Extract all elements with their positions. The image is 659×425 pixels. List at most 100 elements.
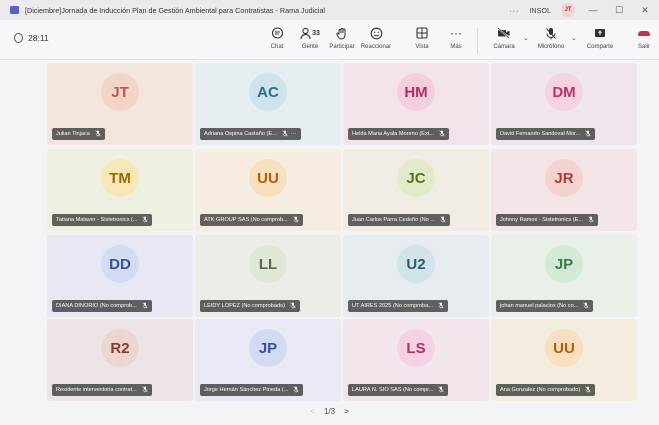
participant-nameplate: johan manuel palacios (No co... bbox=[496, 300, 594, 312]
participant-name: David Fernando Sandoval Mor... bbox=[500, 131, 581, 137]
view-label: Vista bbox=[415, 44, 429, 50]
participant-avatar: DM bbox=[545, 73, 583, 111]
participant-name: LAURA N. SIO SAS (No compr... bbox=[352, 387, 434, 393]
microphone-button[interactable]: Micrófono bbox=[531, 24, 571, 50]
next-page-button[interactable]: > bbox=[344, 407, 349, 416]
participant-tile[interactable]: UU ATK GROUP SAS (No comprob... bbox=[195, 149, 341, 231]
previous-page-button[interactable]: < bbox=[310, 407, 315, 416]
share-button[interactable]: Comparte bbox=[580, 24, 620, 50]
chat-icon bbox=[271, 24, 284, 42]
participant-tile[interactable]: DM David Fernando Sandoval Mor... bbox=[491, 63, 637, 145]
muted-microphone-icon bbox=[585, 129, 591, 139]
participant-avatar: LS bbox=[397, 329, 435, 367]
camera-options-chevron-icon[interactable]: ⌄ bbox=[523, 34, 529, 42]
camera-button[interactable]: Cámara bbox=[484, 24, 524, 50]
muted-microphone-icon bbox=[293, 385, 299, 395]
muted-microphone-icon bbox=[293, 215, 299, 225]
participant-avatar: TM bbox=[101, 159, 139, 197]
participant-avatar: JT bbox=[101, 73, 139, 111]
user-avatar[interactable]: JT bbox=[561, 3, 575, 17]
participant-avatar: JR bbox=[545, 159, 583, 197]
participant-nameplate: David Fernando Sandoval Mor... bbox=[496, 128, 596, 140]
participant-avatar: UU bbox=[249, 159, 287, 197]
participant-nameplate: Juan Carlos Parra Cedeño (No ... bbox=[348, 214, 451, 226]
maximize-button[interactable]: ☐ bbox=[611, 5, 627, 16]
participant-tile[interactable]: JP johan manuel palacios (No co... bbox=[491, 235, 637, 317]
participant-name: Julian Tinjaca bbox=[56, 131, 90, 137]
more-actions-button[interactable]: ··· Más bbox=[436, 24, 476, 50]
participant-tile[interactable]: TM Tatiana Malaver - Sistetronics (... bbox=[47, 149, 193, 231]
teams-logo-icon bbox=[10, 6, 19, 14]
muted-microphone-icon bbox=[583, 301, 589, 311]
leave-button[interactable]: Salir bbox=[632, 24, 656, 50]
meeting-timer: 28:11 bbox=[14, 33, 49, 43]
muted-microphone-icon bbox=[585, 385, 591, 395]
muted-microphone-icon bbox=[588, 215, 594, 225]
participant-name: ATK GROUP SAS (No comprob... bbox=[204, 217, 288, 223]
participant-tile[interactable]: DD DIANA DINORIO (No comprob... bbox=[47, 235, 193, 317]
camera-off-icon bbox=[497, 24, 511, 42]
participant-nameplate: UT AIRES 2025 (No comproba... bbox=[348, 300, 449, 312]
title-bar-controls: ··· INSOL JT — ☐ ✕ bbox=[509, 0, 653, 20]
participant-nameplate: ATK GROUP SAS (No comprob... bbox=[200, 214, 303, 226]
participant-nameplate: Ana Gonzalez (No comprobado) bbox=[496, 384, 596, 396]
participant-name: Juan Carlos Parra Cedeño (No ... bbox=[352, 217, 436, 223]
share-screen-icon bbox=[594, 24, 606, 42]
participant-name: Jorge Hernán Sánchez Pineda (... bbox=[204, 387, 289, 393]
page-indicator: 1/3 bbox=[323, 407, 336, 416]
muted-microphone-icon bbox=[142, 215, 149, 225]
participant-avatar: AC bbox=[249, 73, 287, 111]
org-name[interactable]: INSOL bbox=[529, 6, 551, 15]
muted-microphone-icon bbox=[438, 301, 444, 311]
participant-nameplate: Johnny Ramos - Sistetronics (E... bbox=[496, 214, 599, 226]
title-more-button[interactable]: ··· bbox=[509, 6, 519, 15]
shield-icon bbox=[14, 33, 23, 43]
timer-label: 28:11 bbox=[28, 33, 49, 43]
toolbar-divider bbox=[477, 28, 478, 54]
participant-avatar: JP bbox=[545, 245, 583, 283]
participant-tile[interactable]: JR Johnny Ramos - Sistetronics (E... bbox=[491, 149, 637, 231]
participant-avatar: U2 bbox=[397, 245, 435, 283]
participant-tile[interactable]: LS LAURA N. SIO SAS (No compr... bbox=[343, 319, 489, 401]
muted-microphone-icon bbox=[440, 215, 446, 225]
hang-up-icon bbox=[637, 24, 651, 42]
camera-label: Cámara bbox=[493, 44, 515, 50]
more-label: Más bbox=[450, 44, 462, 50]
participant-name: Tatiana Malaver - Sistetronics (... bbox=[56, 217, 138, 223]
title-bar: [Diciembre]Jornada de Inducción Plan de … bbox=[0, 0, 659, 20]
more-icon: ··· bbox=[450, 26, 462, 40]
participant-name: DIANA DINORIO (No comprob... bbox=[56, 303, 137, 309]
participant-tile[interactable]: JT Julian Tinjaca bbox=[47, 63, 193, 145]
participant-avatar: JC bbox=[397, 159, 435, 197]
participant-tile[interactable]: JP Jorge Hernán Sánchez Pineda (... bbox=[195, 319, 341, 401]
close-window-button[interactable]: ✕ bbox=[637, 5, 653, 16]
participant-more-button[interactable]: ··· bbox=[291, 131, 297, 137]
people-label: Gente bbox=[301, 44, 319, 50]
minimize-button[interactable]: — bbox=[585, 5, 601, 15]
muted-microphone-icon bbox=[290, 301, 296, 311]
participant-tile[interactable]: HM Helda Maria Ayala Moreno (Ext... bbox=[343, 63, 489, 145]
muted-microphone-icon bbox=[282, 129, 288, 139]
people-count: 33 bbox=[312, 29, 320, 37]
participant-tile[interactable]: UU Ana Gonzalez (No comprobado) bbox=[491, 319, 637, 401]
react-label: Reaccionar bbox=[360, 44, 392, 50]
participant-name: UT AIRES 2025 (No comproba... bbox=[352, 303, 434, 309]
participant-tile[interactable]: AC Adriana Ospina Castaño (E... ··· bbox=[195, 63, 341, 145]
gallery-pager: < 1/3 > bbox=[0, 407, 659, 416]
microphone-label: Micrófono bbox=[537, 44, 565, 50]
mic-options-chevron-icon[interactable]: ⌄ bbox=[571, 34, 577, 42]
participant-avatar: HM bbox=[397, 73, 435, 111]
participant-nameplate: Jorge Hernán Sánchez Pineda (... bbox=[200, 384, 304, 396]
participant-tile[interactable]: JC Juan Carlos Parra Cedeño (No ... bbox=[343, 149, 489, 231]
react-button[interactable]: Reaccionar bbox=[356, 24, 396, 50]
participant-nameplate: Helda Maria Ayala Moreno (Ext... bbox=[348, 128, 449, 140]
participant-avatar: LL bbox=[249, 245, 287, 283]
participant-tile[interactable]: LL LEIDY LOPEZ (No comprobado) bbox=[195, 235, 341, 317]
participant-tile[interactable]: U2 UT AIRES 2025 (No comproba... bbox=[343, 235, 489, 317]
participant-nameplate: LEIDY LOPEZ (No comprobado) bbox=[200, 300, 301, 312]
participant-tile[interactable]: R2 Residente interventoria contrat... bbox=[47, 319, 193, 401]
window-title: [Diciembre]Jornada de Inducción Plan de … bbox=[25, 5, 326, 15]
smiley-icon bbox=[370, 24, 383, 42]
participant-nameplate: Julian Tinjaca bbox=[52, 128, 105, 140]
grid-view-icon bbox=[416, 24, 428, 42]
